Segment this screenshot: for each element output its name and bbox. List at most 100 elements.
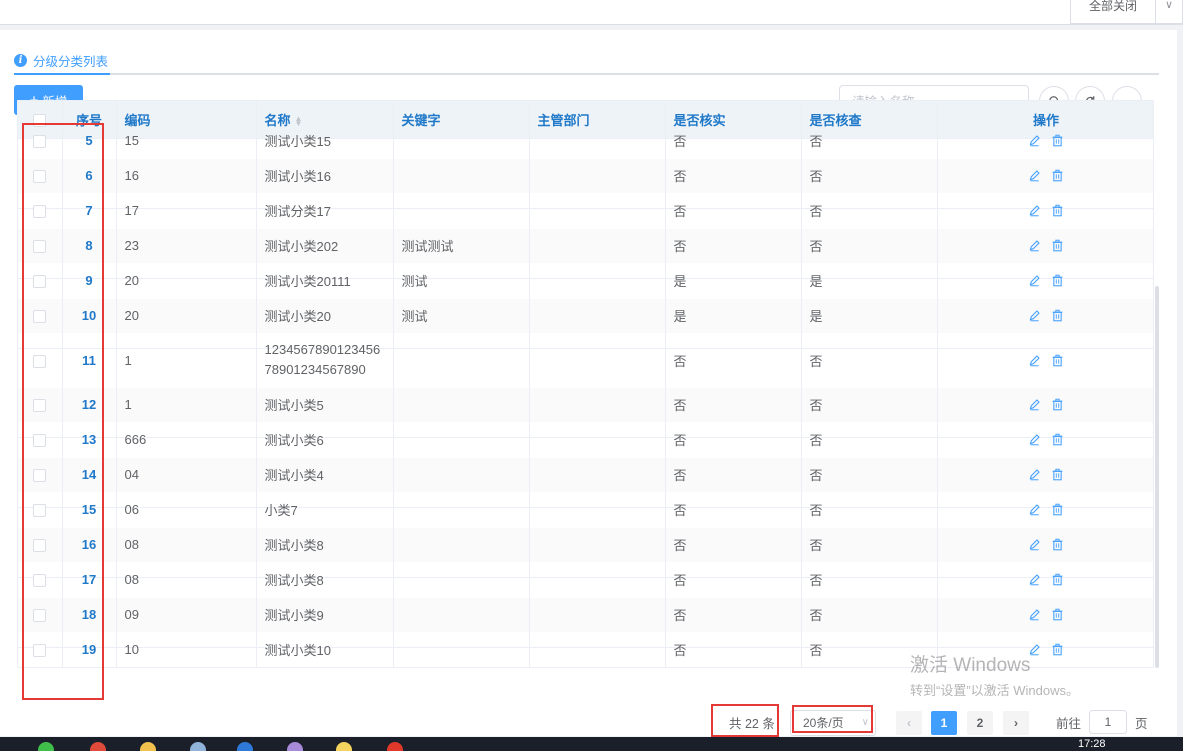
chevron-down-icon[interactable]: ∨ [1156, 0, 1183, 24]
row-checkbox-cell[interactable] [18, 123, 63, 159]
table-row[interactable]: 11 1 1234567890123456 78901234567890 否否 [18, 333, 1153, 388]
row-checkbox-cell[interactable] [18, 562, 63, 598]
row-checkbox[interactable] [33, 434, 47, 448]
edit-icon[interactable] [1028, 538, 1041, 551]
edit-icon[interactable] [1028, 503, 1041, 516]
delete-icon[interactable] [1051, 573, 1064, 586]
delete-icon[interactable] [1051, 433, 1064, 446]
table-row[interactable]: 6 16 测试小类16 否否 [18, 158, 1153, 194]
edit-icon[interactable] [1028, 309, 1041, 322]
row-checkbox-cell[interactable] [18, 193, 63, 229]
row-checkbox[interactable] [33, 240, 47, 254]
edit-icon[interactable] [1028, 169, 1041, 182]
edit-icon[interactable] [1028, 134, 1041, 147]
goto-page-input[interactable]: 1 [1089, 710, 1128, 734]
edit-icon[interactable] [1028, 398, 1041, 411]
row-checkbox-cell[interactable] [18, 263, 63, 299]
row-checkbox[interactable] [33, 574, 47, 588]
delete-icon[interactable] [1051, 468, 1064, 481]
table-row[interactable]: 12 1 测试小类5 否否 [18, 387, 1153, 423]
delete-icon[interactable] [1051, 204, 1064, 217]
browser-icon[interactable] [90, 742, 106, 751]
row-checkbox-cell[interactable] [18, 492, 63, 528]
prev-page-button[interactable]: ‹ [896, 711, 922, 735]
scrollbar-thumb[interactable] [1155, 286, 1159, 668]
row-checkbox-cell[interactable] [18, 387, 63, 423]
folder-icon[interactable] [140, 742, 156, 751]
cell-actions [937, 597, 1153, 633]
table-row[interactable]: 14 04 测试小类4 否否 [18, 457, 1153, 493]
cell-code: 20 [116, 298, 257, 334]
edit-icon[interactable] [1028, 274, 1041, 287]
app-icon[interactable] [38, 742, 54, 751]
delete-icon[interactable] [1051, 274, 1064, 287]
cell-index: 8 [62, 228, 117, 264]
app-icon[interactable] [336, 742, 352, 751]
page-size-select[interactable]: 20条/页 ∨ [790, 710, 876, 736]
table-row[interactable]: 8 23 测试小类202 测试测试 否否 [18, 228, 1153, 264]
row-checkbox-cell[interactable] [18, 333, 63, 388]
row-checkbox[interactable] [33, 469, 47, 483]
table-row[interactable]: 7 17 测试分类17 否否 [18, 193, 1153, 229]
row-checkbox-cell[interactable] [18, 158, 63, 194]
edit-icon[interactable] [1028, 204, 1041, 217]
delete-icon[interactable] [1051, 538, 1064, 551]
table-row[interactable]: 10 20 测试小类20 测试 是是 [18, 298, 1153, 334]
row-checkbox[interactable] [33, 205, 47, 219]
table-row[interactable]: 16 08 测试小类8 否否 [18, 527, 1153, 563]
page-size-value: 20条/页 [803, 716, 844, 730]
edit-icon[interactable] [1028, 433, 1041, 446]
app-icon[interactable] [190, 742, 206, 751]
cell-department [529, 263, 666, 299]
table-row[interactable]: 13 666 测试小类6 否否 [18, 422, 1153, 458]
delete-icon[interactable] [1051, 503, 1064, 516]
row-checkbox[interactable] [33, 644, 47, 658]
row-checkbox[interactable] [33, 354, 47, 368]
row-checkbox-cell[interactable] [18, 298, 63, 334]
page-button-2[interactable]: 2 [967, 711, 993, 735]
panel-title[interactable]: i 分级分类列表 [14, 45, 108, 75]
edit-icon[interactable] [1028, 239, 1041, 252]
app-icon[interactable] [287, 742, 303, 751]
app-icon[interactable] [387, 742, 403, 751]
edit-icon[interactable] [1028, 468, 1041, 481]
cell-code: 15 [116, 123, 257, 159]
edit-icon[interactable] [1028, 354, 1041, 367]
row-checkbox-cell[interactable] [18, 228, 63, 264]
table-row[interactable]: 9 20 测试小类20111 测试 是是 [18, 263, 1153, 299]
cell-verified: 否 [665, 158, 802, 194]
next-page-button[interactable]: › [1003, 711, 1029, 735]
table-row[interactable]: 17 08 测试小类8 否否 [18, 562, 1153, 598]
page-button-1[interactable]: 1 [931, 711, 957, 735]
row-checkbox[interactable] [33, 310, 47, 324]
row-checkbox-cell[interactable] [18, 632, 63, 667]
table-row[interactable]: 15 06 小类7 否否 [18, 492, 1153, 528]
close-all-tabs-button[interactable]: 全部关闭 [1070, 0, 1156, 24]
delete-icon[interactable] [1051, 134, 1064, 147]
delete-icon[interactable] [1051, 398, 1064, 411]
delete-icon[interactable] [1051, 608, 1064, 621]
table-row[interactable]: 18 09 测试小类9 否否 [18, 597, 1153, 633]
delete-icon[interactable] [1051, 239, 1064, 252]
cell-department [529, 193, 666, 229]
row-checkbox-cell[interactable] [18, 597, 63, 633]
delete-icon[interactable] [1051, 309, 1064, 322]
row-checkbox[interactable] [33, 399, 47, 413]
row-checkbox[interactable] [33, 539, 47, 553]
delete-icon[interactable] [1051, 169, 1064, 182]
row-checkbox[interactable] [33, 609, 47, 623]
row-checkbox[interactable] [33, 504, 47, 518]
delete-icon[interactable] [1051, 354, 1064, 367]
row-checkbox-cell[interactable] [18, 422, 63, 458]
row-checkbox-cell[interactable] [18, 527, 63, 563]
edit-icon[interactable] [1028, 608, 1041, 621]
row-checkbox[interactable] [33, 275, 47, 289]
row-checkbox[interactable] [33, 135, 47, 149]
row-checkbox-cell[interactable] [18, 457, 63, 493]
cell-code: 1 [116, 333, 257, 388]
row-checkbox[interactable] [33, 170, 47, 184]
edit-icon[interactable] [1028, 573, 1041, 586]
cell-checked: 否 [801, 387, 938, 423]
app-icon[interactable] [237, 742, 253, 751]
table-row[interactable]: 5 15 测试小类15 否否 [18, 123, 1153, 159]
